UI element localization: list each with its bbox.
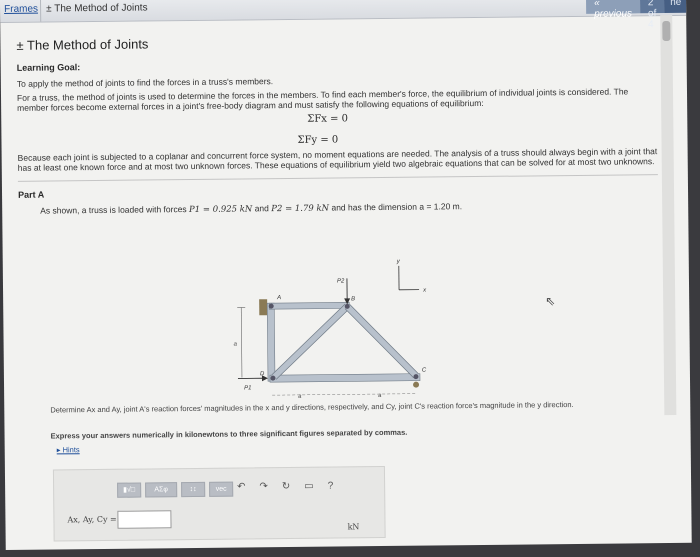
topbar-divider bbox=[39, 0, 42, 22]
dimension-label-left: a bbox=[234, 342, 238, 348]
answer-area bbox=[52, 465, 386, 542]
joint-label-a: A bbox=[276, 295, 281, 301]
frames-link[interactable]: Frames bbox=[4, 4, 38, 15]
matrix-button[interactable]: ↕↕ bbox=[181, 481, 206, 498]
express-instructions: Express your answers numerically in kilo… bbox=[50, 427, 408, 441]
member-ab bbox=[268, 302, 350, 310]
topbar-title: ± The Method of Joints bbox=[46, 2, 148, 15]
roller-support-c bbox=[413, 381, 420, 388]
scrollbar-thumb[interactable] bbox=[662, 20, 671, 42]
dimension-label-bottom-left: a bbox=[298, 394, 302, 400]
joint-label-b: B bbox=[351, 296, 355, 302]
member-ad bbox=[266, 302, 276, 382]
given-values: As shown, a truss is loaded with forces … bbox=[40, 199, 658, 216]
keyboard-icon[interactable]: ▭ bbox=[304, 481, 314, 492]
y-axis-label: y bbox=[396, 259, 401, 265]
reset-icon[interactable]: ↻ bbox=[282, 481, 291, 492]
previous-button[interactable]: « previous bbox=[585, 0, 640, 20]
load-p1-label: P1 bbox=[244, 385, 251, 391]
mouse-cursor-icon: ⇖ bbox=[545, 294, 556, 309]
answer-unit: kN bbox=[347, 522, 360, 532]
top-navigation-bar: Frames ± The Method of Joints « previous… bbox=[0, 0, 688, 30]
page-scrollbar[interactable] bbox=[660, 14, 677, 416]
given-p2: P2 = 1.79 kN bbox=[271, 203, 330, 215]
dimension-label-bottom-right: a bbox=[378, 393, 382, 399]
determine-text: Determine Ax and Ay, joint A's reaction … bbox=[50, 400, 574, 415]
next-button[interactable]: ne bbox=[664, 0, 688, 14]
joint-label-c: C bbox=[422, 368, 427, 374]
member-bc bbox=[345, 304, 418, 378]
part-a-label: Part A bbox=[17, 189, 45, 200]
section-divider bbox=[17, 174, 658, 182]
undo-icon[interactable]: ↶ bbox=[237, 481, 246, 492]
answer-input[interactable] bbox=[117, 510, 172, 529]
dimension-line-bottom bbox=[272, 393, 417, 396]
support-a bbox=[259, 299, 268, 316]
learning-goal-label: Learning Goal: bbox=[16, 62, 81, 73]
intro-text: For a truss, the method of joints is use… bbox=[16, 86, 629, 113]
math-toolbar: ▮√□ AΣφ ↕↕ vec bbox=[117, 481, 234, 498]
problem-page: Frames ± The Method of Joints « previous… bbox=[0, 0, 692, 550]
x-axis-label: x bbox=[422, 288, 427, 294]
hints-link[interactable]: ▸ Hints bbox=[57, 445, 80, 454]
equation-sum-fy: ΣFy = 0 bbox=[297, 134, 339, 146]
given-p1: P1 = 0.925 kN bbox=[188, 204, 253, 216]
given-and: and bbox=[252, 203, 272, 214]
dimension-line-left bbox=[240, 307, 243, 378]
template-button[interactable]: ▮√□ bbox=[117, 482, 142, 498]
vector-button[interactable]: vec bbox=[209, 481, 234, 497]
given-prefix: As shown, a truss is loaded with forces bbox=[40, 204, 190, 216]
answer-tools: ↶ ↷ ↻ ▭ ? bbox=[237, 481, 333, 493]
given-dimension: and has the dimension a = 1.20 m. bbox=[329, 201, 463, 213]
member-dc bbox=[269, 373, 421, 383]
load-p1-arrowhead bbox=[261, 375, 268, 382]
equation-sum-fx: ΣFx = 0 bbox=[307, 113, 349, 125]
help-icon[interactable]: ? bbox=[328, 481, 334, 492]
answer-label: Ax, Ay, Cy = bbox=[67, 514, 117, 525]
redo-icon[interactable]: ↷ bbox=[259, 481, 268, 492]
page-title: ± The Method of Joints bbox=[16, 36, 149, 53]
member-db bbox=[272, 304, 350, 380]
because-text: Because each joint is subjected to a cop… bbox=[17, 146, 658, 173]
truss-diagram: a A B C D P2 P1 y x a a bbox=[234, 259, 428, 400]
item-position: 2 of 4 bbox=[639, 0, 665, 30]
problem-content: ± The Method of Joints Learning Goal: To… bbox=[16, 25, 658, 217]
symbols-button[interactable]: AΣφ bbox=[145, 482, 178, 498]
load-p2-label: P2 bbox=[337, 278, 345, 284]
item-navigation: « previous 2 of 4 ne bbox=[585, 0, 688, 30]
